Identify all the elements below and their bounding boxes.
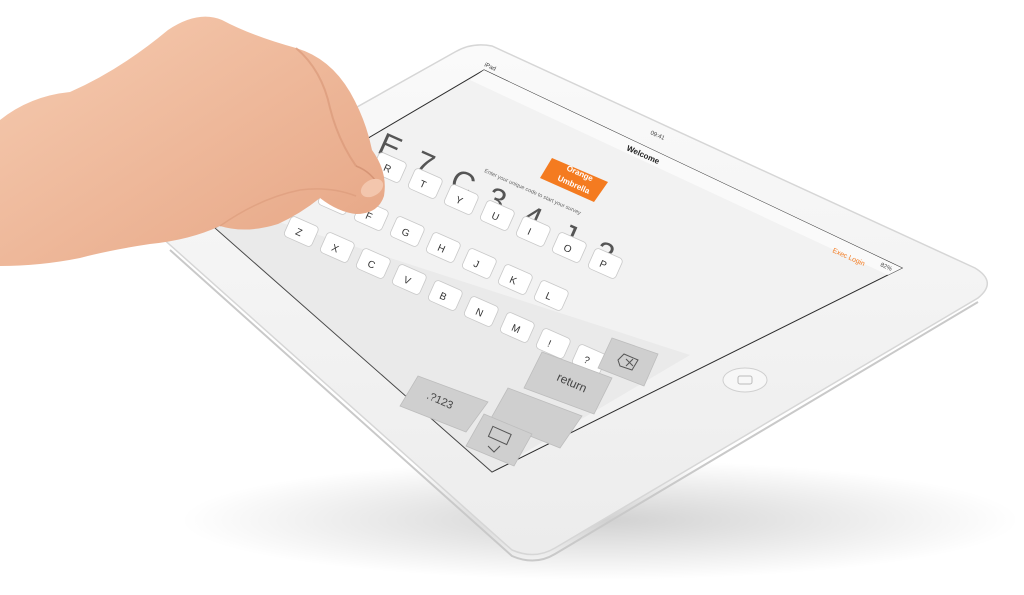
home-button[interactable] bbox=[722, 367, 768, 393]
